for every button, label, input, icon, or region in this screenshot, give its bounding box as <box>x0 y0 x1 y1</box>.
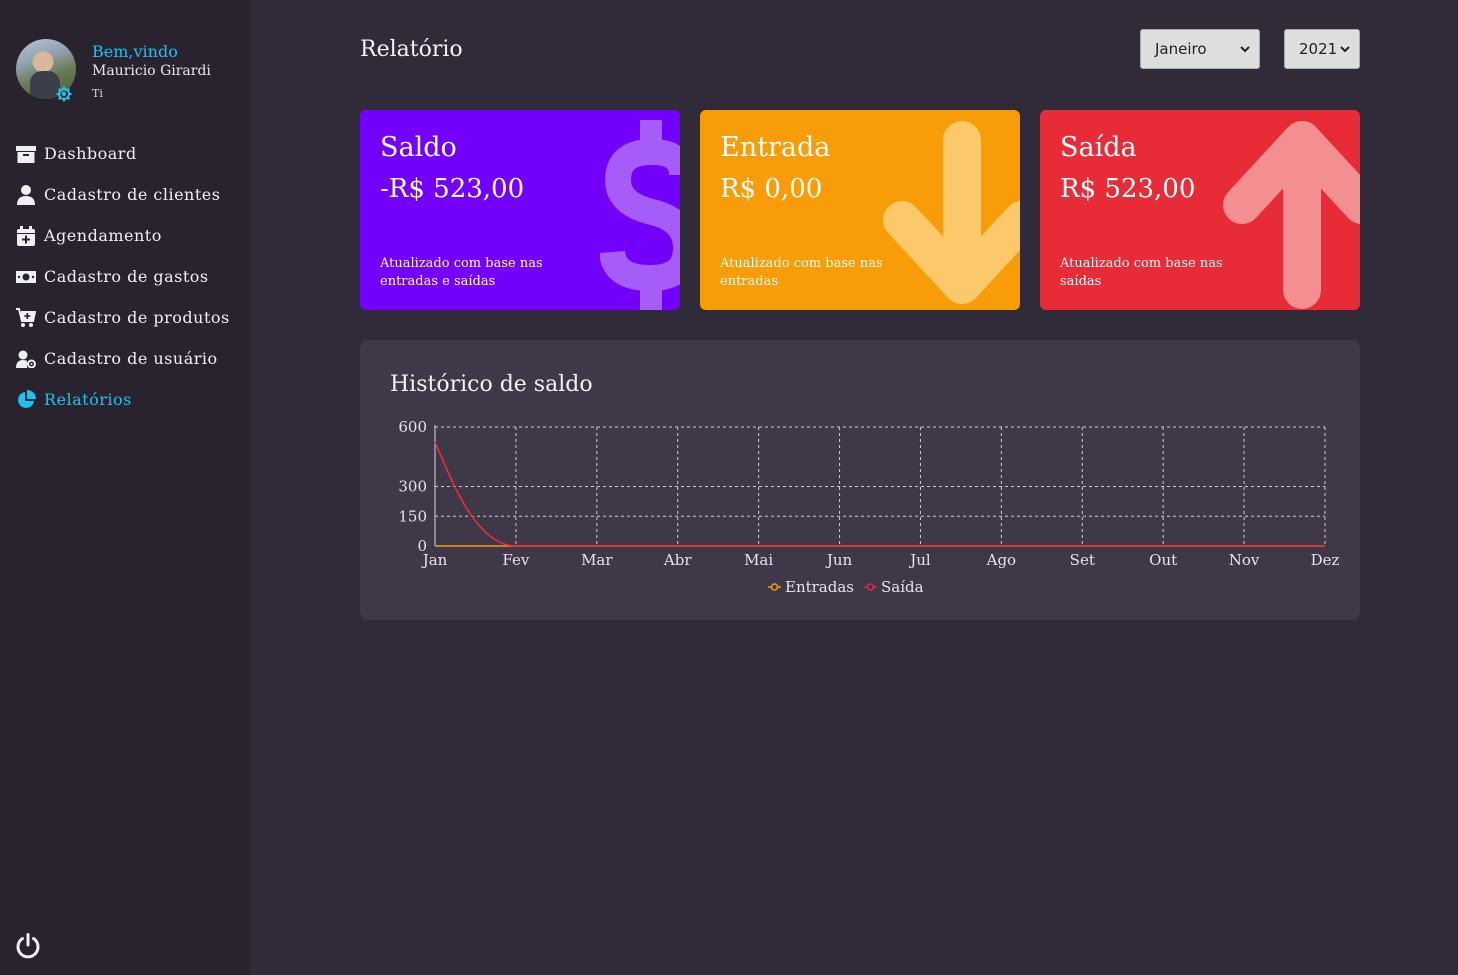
balance-history-chart: 0150300600Jan Fev Mar Abr Mai Jun Jul Ago Set Out… <box>398 418 1340 596</box>
sidebar-item-label: Relatórios <box>44 390 132 409</box>
y-tick-label: 300 <box>398 478 427 496</box>
chevron-down-icon <box>1340 46 1350 53</box>
x-tick-label: Dez <box>1311 551 1340 569</box>
x-tick-label: Nov <box>1229 551 1260 569</box>
x-tick-label: Abr <box>663 551 692 569</box>
sidebar-item-dashboard[interactable]: Dashboard <box>0 133 250 174</box>
gear-icon[interactable] <box>56 86 72 102</box>
sidebar-item-relatorios[interactable]: Relatórios <box>0 379 250 420</box>
sidebar-item-usuario[interactable]: Cadastro de usuário <box>0 338 250 379</box>
entrada-title: Entrada <box>720 132 831 163</box>
sidebar-item-label: Cadastro de gastos <box>44 267 209 286</box>
entrada-card: Entrada R$ 0,00 Atualizado com base nas … <box>700 110 1020 310</box>
x-tick-label: Out <box>1149 551 1177 569</box>
x-tick-label: Ago <box>986 551 1016 569</box>
user-role: Ti <box>92 87 103 100</box>
legend-label: Entradas <box>785 578 854 596</box>
sidebar: Bem,vindo Mauricio Girardi Ti Dashboard … <box>0 0 250 975</box>
saida-card: Saída R$ 523,00 Atualizado com base nas … <box>1040 110 1360 310</box>
sidebar-item-label: Cadastro de clientes <box>44 185 221 204</box>
series-line-saida <box>434 441 1325 547</box>
x-tick-label: Jul <box>908 551 931 569</box>
saida-note: Atualizado com base nas saídas <box>1060 256 1223 289</box>
month-select-value: Janeiro <box>1155 40 1207 58</box>
x-tick-label: Mar <box>581 551 613 569</box>
month-select[interactable]: Janeiro <box>1140 29 1260 69</box>
x-tick-label: Fev <box>502 551 529 569</box>
page-title: Relatório <box>360 37 463 62</box>
power-icon[interactable] <box>15 933 41 959</box>
legend-marker <box>770 583 779 591</box>
saldo-note: Atualizado com base nas entradas e saída… <box>380 256 543 289</box>
user-cog-icon <box>16 349 36 369</box>
y-tick-label: 150 <box>398 507 427 525</box>
year-select-value: 2021 <box>1299 40 1338 58</box>
year-select[interactable]: 2021 <box>1284 29 1360 69</box>
saldo-title: Saldo <box>380 132 457 163</box>
legend-marker <box>866 583 875 591</box>
sidebar-item-label: Cadastro de usuário <box>44 349 218 368</box>
sidebar-item-label: Dashboard <box>44 144 137 163</box>
saldo-value: -R$ 523,00 <box>380 174 525 204</box>
y-tick-label: 600 <box>398 418 427 436</box>
saida-title: Saída <box>1060 132 1137 163</box>
x-tick-label: Jun <box>825 551 853 569</box>
welcome-text: Bem,vindo <box>92 42 178 61</box>
chart-pie-icon <box>16 389 36 410</box>
x-tick-label: Mai <box>744 551 773 569</box>
money-bill-icon <box>16 267 36 287</box>
x-tick-label: Set <box>1070 551 1095 569</box>
chart-panel: Histórico de saldo 0 150 300 600 Jan Fev Mar Ab… <box>360 340 1360 620</box>
saldo-card: Saldo -R$ 523,00 Atualizado com base nas… <box>360 110 680 310</box>
user-name: Mauricio Girardi <box>92 63 211 79</box>
x-tick-label: Jan <box>421 551 448 569</box>
chevron-down-icon <box>1240 46 1250 53</box>
sidebar-item-produtos[interactable]: Cadastro de produtos <box>0 297 250 338</box>
saida-value: R$ 523,00 <box>1060 174 1196 204</box>
calendar-plus-icon <box>16 225 36 246</box>
sidebar-item-gastos[interactable]: Cadastro de gastos <box>0 256 250 297</box>
archive-icon <box>16 144 36 164</box>
entrada-note: Atualizado com base nas entradas <box>720 256 883 289</box>
dollar-icon <box>600 120 680 310</box>
sidebar-item-clientes[interactable]: Cadastro de clientes <box>0 174 250 215</box>
sidebar-item-label: Agendamento <box>44 226 162 245</box>
user-profile: Bem,vindo Mauricio Girardi Ti <box>16 39 246 103</box>
cart-plus-icon <box>16 307 36 328</box>
sidebar-item-agendamento[interactable]: Agendamento <box>0 215 250 256</box>
user-icon <box>16 184 36 205</box>
sidebar-item-label: Cadastro de produtos <box>44 308 230 327</box>
sidebar-nav: Dashboard Cadastro de clientes Agendamen… <box>0 133 250 420</box>
entrada-value: R$ 0,00 <box>720 174 823 204</box>
legend-label: Saída <box>881 578 924 596</box>
